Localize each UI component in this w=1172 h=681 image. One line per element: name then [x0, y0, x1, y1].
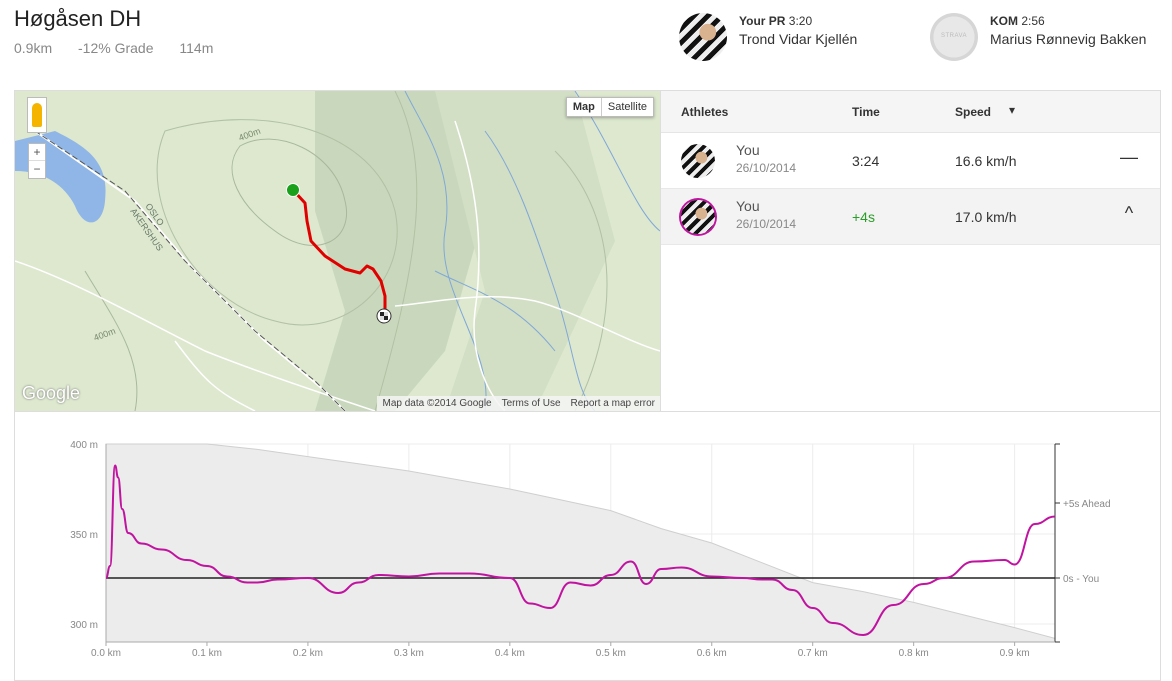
- segment-panel: 400m 400m OSLO AKERSHUS + − Map Satellit…: [14, 90, 1161, 412]
- kom-avatar[interactable]: [930, 13, 978, 61]
- leaderboard-row[interactable]: You 26/10/2014 3:24 16.6 km/h —: [661, 133, 1160, 189]
- kom-athlete[interactable]: Marius Rønnevig Bakken: [990, 31, 1146, 47]
- header-athletes: Athletes: [681, 105, 729, 119]
- athlete-avatar[interactable]: [681, 144, 715, 178]
- effort-time: 3:24: [852, 153, 880, 169]
- segment-distance: 0.9km: [14, 40, 53, 56]
- kom-time: 2:56: [1021, 14, 1045, 28]
- x-tick-label: 0.0 km: [91, 648, 121, 659]
- your-pr-time: 3:20: [788, 14, 813, 28]
- athlete-avatar[interactable]: [681, 200, 715, 234]
- athlete-name[interactable]: You: [736, 198, 760, 214]
- segment-stats: 0.9km -12% Grade 114m: [14, 40, 235, 56]
- kom-line: KOM 2:56: [990, 14, 1146, 28]
- segment-title: Høgåsen DH: [14, 6, 142, 31]
- elevation-chart-panel: 400 m 350 m 300 m +5s Ahead 0s - You 0.0 km 0.…: [14, 411, 1161, 681]
- y-tick-label: 350 m: [70, 530, 98, 541]
- x-tick-label: 0.4 km: [495, 648, 525, 659]
- zoom-control: + −: [28, 143, 46, 179]
- segment-elevation: 114m: [179, 40, 214, 56]
- sort-caret-icon[interactable]: ▾: [1009, 103, 1015, 117]
- leaderboard-header: Athletes Time Speed ▾: [661, 91, 1160, 133]
- contour-line: [84, 270, 138, 411]
- map-canvas[interactable]: 400m 400m OSLO AKERSHUS: [15, 91, 660, 411]
- terms-of-use-link[interactable]: Terms of Use: [497, 396, 566, 411]
- google-logo[interactable]: Google: [22, 383, 80, 404]
- zoom-in-button[interactable]: +: [29, 144, 45, 161]
- collapse-icon[interactable]: —: [1119, 147, 1139, 168]
- leaderboard-row-selected[interactable]: You 26/10/2014 +4s 17.0 km/h ^: [661, 189, 1160, 245]
- leaderboard: Athletes Time Speed ▾ You 26/10/2014 3:2…: [660, 91, 1160, 411]
- segment-grade: -12% Grade: [78, 40, 154, 56]
- your-pr-label: Your PR: [739, 14, 786, 28]
- elevation-chart[interactable]: 400 m 350 m 300 m +5s Ahead 0s - You 0.0 km 0.…: [15, 411, 1162, 681]
- report-map-error-link[interactable]: Report a map error: [566, 396, 660, 411]
- effort-date[interactable]: 26/10/2014: [736, 217, 796, 231]
- start-marker-icon: [286, 183, 300, 197]
- effort-date[interactable]: 26/10/2014: [736, 161, 796, 175]
- your-pr-athlete[interactable]: Trond Vidar Kjellén: [739, 31, 857, 47]
- map-type-map-button[interactable]: Map: [567, 98, 602, 116]
- trail: [174, 340, 256, 411]
- map-type-toggle: Map Satellite: [565, 97, 654, 117]
- your-pr-avatar[interactable]: [679, 13, 727, 61]
- x-tick-label: 0.2 km: [293, 648, 323, 659]
- x-tick-label: 0.7 km: [798, 648, 828, 659]
- effort-time-diff: +4s: [852, 209, 875, 225]
- map-credits: Map data ©2014 Google Terms of Use Repor…: [377, 396, 660, 411]
- y-tick-label-right: +5s Ahead: [1063, 499, 1111, 510]
- finish-flag-icon: [376, 308, 392, 324]
- y-tick-label: 400 m: [70, 440, 98, 451]
- contour-label: 400m: [92, 326, 117, 343]
- athlete-name[interactable]: You: [736, 142, 760, 158]
- contour-label: 400m: [237, 126, 262, 143]
- x-tick-label: 0.3 km: [394, 648, 424, 659]
- elevation-area: [105, 443, 1056, 643]
- expand-chevron-icon[interactable]: ^: [1119, 203, 1139, 224]
- your-pr-line: Your PR 3:20: [739, 14, 857, 28]
- zoom-out-button[interactable]: −: [29, 161, 45, 178]
- kom-card[interactable]: KOM 2:56 Marius Rønnevig Bakken: [930, 13, 1146, 61]
- effort-speed: 16.6 km/h: [955, 153, 1017, 169]
- segment-map[interactable]: 400m 400m OSLO AKERSHUS + − Map Satellit…: [15, 91, 660, 411]
- x-tick-label: 0.9 km: [1000, 648, 1030, 659]
- pegman-icon[interactable]: [27, 97, 47, 133]
- x-tick-label: 0.6 km: [697, 648, 727, 659]
- y-tick-label-right: 0s - You: [1063, 574, 1099, 585]
- kom-label: KOM: [990, 14, 1018, 28]
- segment-header: Høgåsen DH 0.9km -12% Grade 114m: [14, 6, 235, 56]
- map-type-satellite-button[interactable]: Satellite: [602, 98, 653, 116]
- map-data-credit: Map data ©2014 Google: [382, 398, 492, 409]
- x-tick-label: 0.8 km: [899, 648, 929, 659]
- x-tick-label: 0.1 km: [192, 648, 222, 659]
- x-tick-label: 0.5 km: [596, 648, 626, 659]
- y-tick-label: 300 m: [70, 620, 98, 631]
- header-speed[interactable]: Speed: [955, 105, 991, 119]
- header-time[interactable]: Time: [852, 105, 880, 119]
- effort-speed: 17.0 km/h: [955, 209, 1017, 225]
- your-pr-card[interactable]: Your PR 3:20 Trond Vidar Kjellén: [679, 13, 857, 61]
